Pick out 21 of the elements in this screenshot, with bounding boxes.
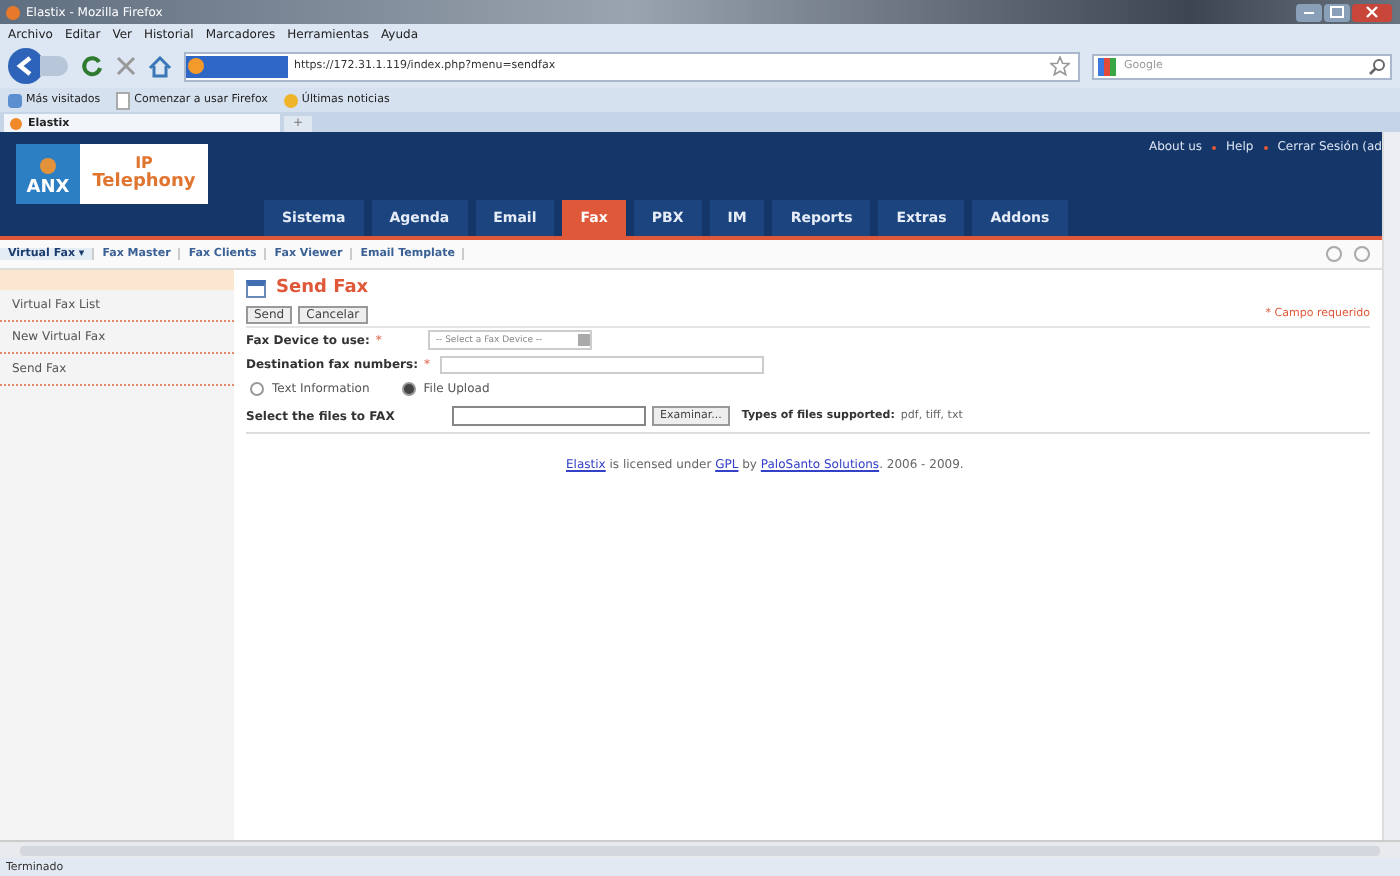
maximize-button[interactable] xyxy=(1324,3,1350,21)
back-button[interactable] xyxy=(8,48,44,84)
stop-icon[interactable] xyxy=(116,56,136,76)
radio-button[interactable] xyxy=(250,381,264,395)
home-icon[interactable] xyxy=(148,55,172,77)
reload-icon[interactable] xyxy=(80,54,104,78)
close-button[interactable] xyxy=(1352,3,1392,21)
horizontal-scrollbar[interactable] xyxy=(0,840,1400,858)
close-icon xyxy=(1366,6,1378,18)
firefox-icon xyxy=(6,5,20,19)
vertical-scrollbar[interactable] xyxy=(1382,132,1400,840)
star-icon[interactable] xyxy=(1050,56,1070,76)
logo: ANX IP Telephony xyxy=(16,144,208,204)
page-title: Send Fax xyxy=(276,278,369,298)
radio-button[interactable] xyxy=(401,381,416,395)
file-path-input[interactable] xyxy=(452,406,646,426)
window-icon xyxy=(246,279,266,297)
site-identity-badge[interactable] xyxy=(186,55,288,77)
search-icon[interactable] xyxy=(1368,57,1386,75)
destination-input[interactable] xyxy=(439,355,764,373)
minimize-button[interactable] xyxy=(1296,3,1322,21)
